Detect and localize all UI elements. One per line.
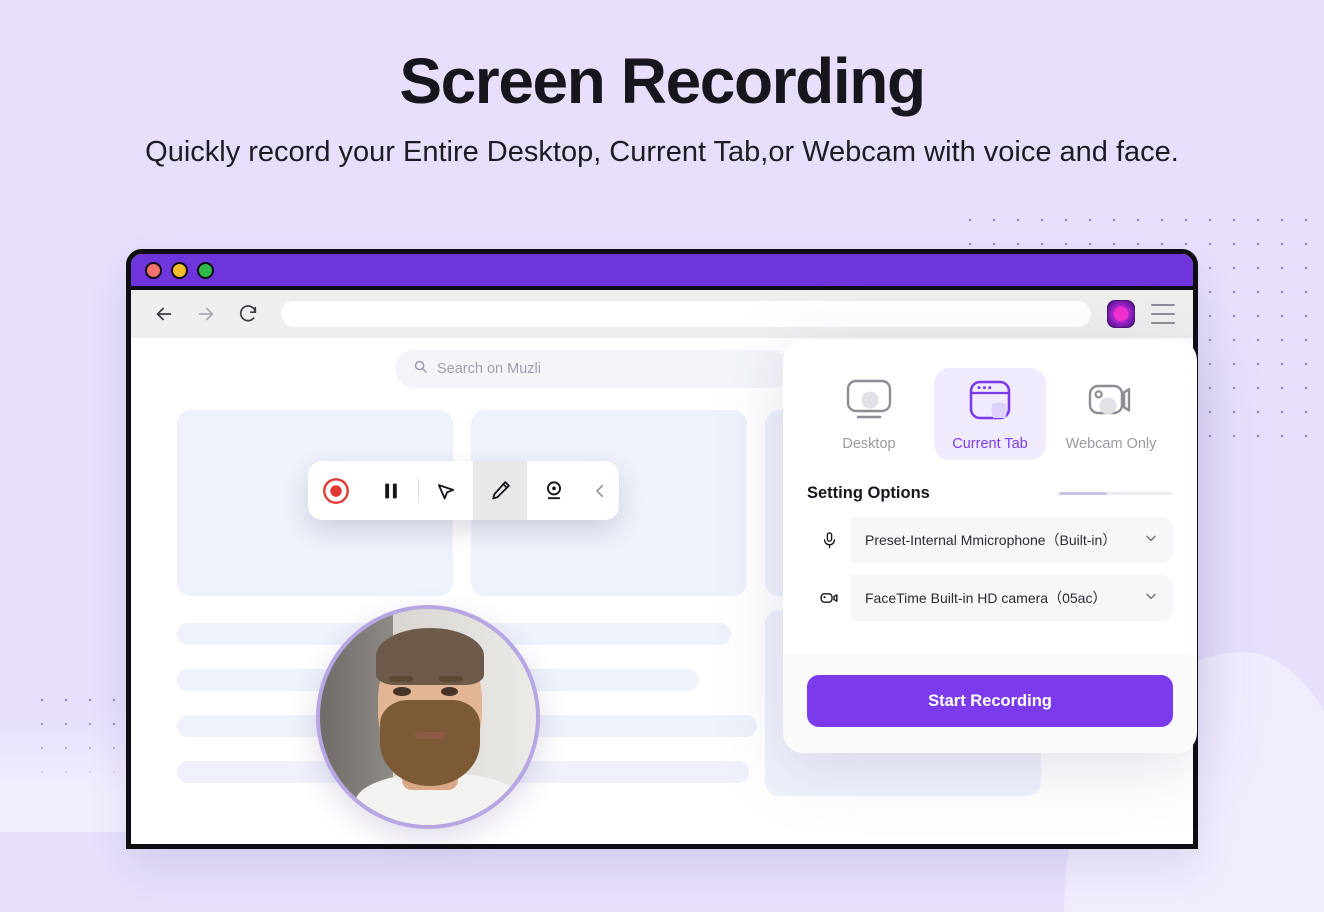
search-placeholder: Search on Muzli (437, 361, 541, 377)
chevron-down-icon[interactable] (1143, 588, 1159, 609)
capture-mode-tabs: Desktop Current Tab Webcam Only (807, 368, 1173, 460)
mode-tab-label: Current Tab (952, 436, 1028, 452)
recording-settings-panel: Desktop Current Tab Webcam Only Setting … (783, 340, 1197, 753)
dot-grid-bottom-left (30, 688, 130, 832)
webcam-person-brow (389, 675, 413, 682)
corner-blob-left-decoration (0, 712, 130, 832)
url-input[interactable] (281, 301, 1091, 327)
setting-options-title: Setting Options (807, 484, 930, 502)
search-input[interactable]: Search on Muzli (395, 350, 791, 388)
page-subtitle: Quickly record your Entire Desktop, Curr… (145, 136, 1179, 169)
traffic-light-close[interactable] (145, 261, 162, 279)
recorder-toolbar (308, 461, 619, 520)
settings-panel-top: Desktop Current Tab Webcam Only Setting … (783, 340, 1197, 655)
setting-options-row: Setting Options (807, 484, 1173, 503)
browser-tab-icon (965, 378, 1015, 427)
monitor-icon (844, 378, 894, 427)
microphone-select-label: Preset-Internal Mmicrophone（Built-in） (865, 532, 1117, 548)
hamburger-menu-icon[interactable] (1151, 304, 1175, 324)
cursor-tool-button[interactable] (419, 461, 473, 520)
camera-select-label: FaceTime Built-in HD camera（05ac） (865, 590, 1107, 606)
start-recording-button[interactable]: Start Recording (807, 675, 1173, 727)
mode-tab-webcam-only[interactable]: Webcam Only (1055, 368, 1167, 460)
mode-tab-label: Webcam Only (1065, 436, 1157, 452)
settings-slider-fill (1059, 492, 1107, 495)
pen-tool-button[interactable] (473, 461, 527, 520)
chevron-down-icon[interactable] (1143, 530, 1159, 551)
traffic-light-minimize[interactable] (171, 261, 188, 279)
reload-icon[interactable] (235, 301, 261, 327)
browser-nav-bar (131, 290, 1193, 338)
webcam-button[interactable] (527, 461, 581, 520)
webcam-person-beard (380, 699, 480, 787)
webcam-preview-bubble[interactable] (316, 605, 540, 829)
page-title: Screen Recording (399, 45, 926, 117)
traffic-light-zoom[interactable] (197, 261, 214, 279)
mode-tab-desktop[interactable]: Desktop (813, 368, 925, 460)
arrow-right-icon[interactable] (193, 301, 219, 327)
search-icon (413, 359, 428, 379)
mode-tab-current-tab[interactable]: Current Tab (934, 368, 1046, 460)
window-title-bar (131, 254, 1193, 290)
webcam-person-brow (438, 675, 463, 682)
extension-icon[interactable] (1107, 300, 1135, 328)
microphone-icon (807, 517, 851, 563)
webcam-person-mouth (415, 732, 446, 739)
collapse-button[interactable] (581, 461, 619, 520)
record-button[interactable] (308, 461, 364, 520)
settings-slider[interactable] (1059, 492, 1173, 495)
video-camera-icon (1086, 378, 1136, 427)
pause-button[interactable] (364, 461, 418, 520)
video-camera-icon (807, 575, 851, 621)
hero-heading-block: Screen Recording Quickly record your Ent… (0, 46, 1324, 174)
settings-panel-bottom: Start Recording (783, 655, 1197, 753)
arrow-left-icon[interactable] (151, 301, 177, 327)
camera-select-row[interactable]: FaceTime Built-in HD camera（05ac） (807, 575, 1173, 621)
microphone-select-row[interactable]: Preset-Internal Mmicrophone（Built-in） (807, 517, 1173, 563)
mode-tab-label: Desktop (842, 436, 896, 452)
